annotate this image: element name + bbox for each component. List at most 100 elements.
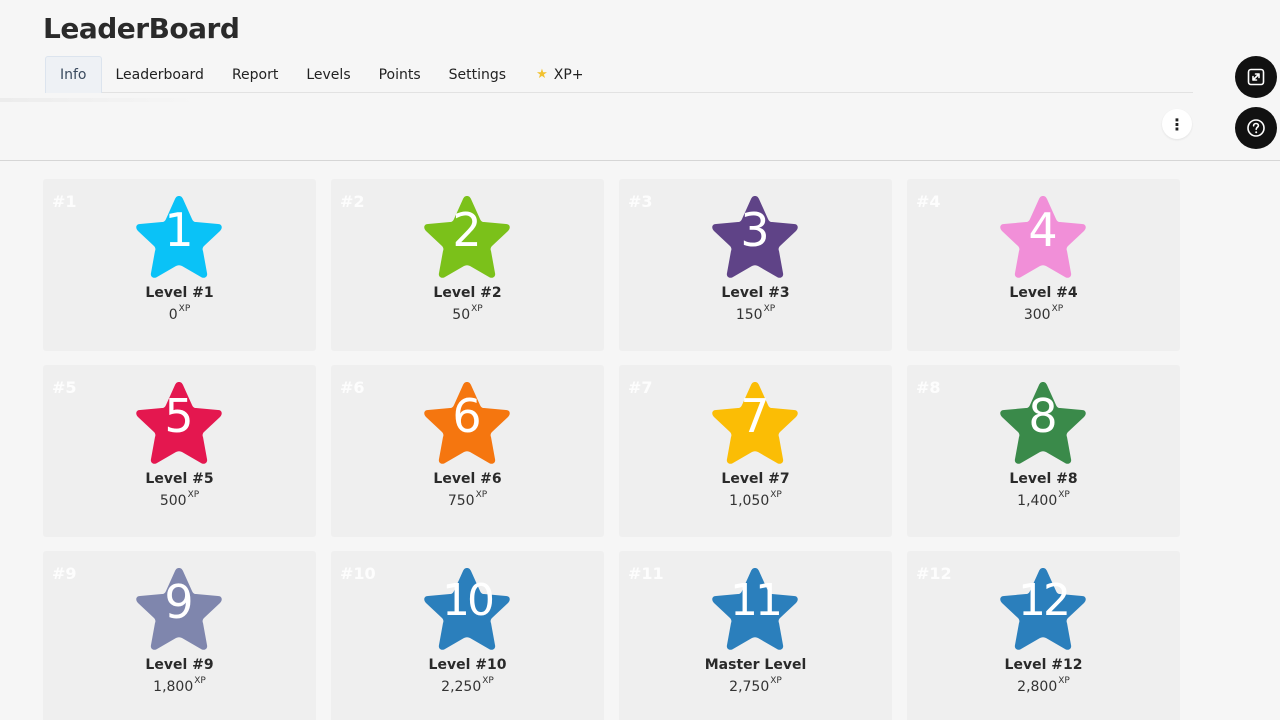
divider (0, 98, 200, 102)
level-name: Level #7 (721, 471, 790, 487)
xp-unit: XP (471, 304, 483, 314)
toolbar (0, 103, 1280, 161)
xp-value: 2,250 (441, 679, 482, 695)
level-card[interactable]: #8 8 Level #8 1,400XP (907, 365, 1180, 537)
level-name: Level #10 (428, 657, 507, 673)
xp-value: 150 (735, 307, 763, 323)
level-name: Level #1 (145, 285, 214, 301)
level-xp: 50XP (331, 304, 604, 323)
level-name: Level #12 (1004, 657, 1083, 673)
level-name: Level #8 (1009, 471, 1078, 487)
level-card[interactable]: #9 9 Level #9 1,800XP (43, 551, 316, 720)
level-xp: 150XP (619, 304, 892, 323)
level-badge: 11 (710, 565, 800, 653)
level-number: 4 (1028, 203, 1058, 257)
level-xp: 2,800XP (907, 676, 1180, 695)
xp-unit: XP (1051, 304, 1064, 314)
xp-value: 1,800 (153, 679, 194, 695)
level-xp: 500XP (43, 490, 316, 509)
level-badge: 1 (134, 193, 224, 281)
level-xp: 750XP (331, 490, 604, 509)
xp-unit: XP (178, 304, 191, 314)
level-card[interactable]: #11 11 Master Level 2,750XP (619, 551, 892, 720)
tab-info[interactable]: Info (45, 56, 102, 93)
xp-unit: XP (763, 304, 776, 314)
level-badge: 10 (422, 565, 512, 653)
level-name: Level #2 (433, 285, 502, 301)
level-badge: 5 (134, 379, 224, 467)
level-badge: 7 (710, 379, 800, 467)
level-rank: #6 (340, 378, 365, 397)
xp-unit: XP (1058, 490, 1070, 500)
level-name: Level #3 (721, 285, 790, 301)
level-card[interactable]: #10 10 Level #10 2,250XP (331, 551, 604, 720)
tab-label: Settings (448, 66, 507, 83)
xp-value: 750 (447, 493, 475, 509)
tab-points[interactable]: Points (365, 56, 435, 93)
level-card[interactable]: #5 5 Level #5 500XP (43, 365, 316, 537)
level-badge: 12 (998, 565, 1088, 653)
level-xp: 2,250XP (331, 676, 604, 695)
xp-value: 2,800 (1017, 679, 1058, 695)
xp-value: 1,050 (729, 493, 770, 509)
xp-unit: XP (770, 676, 782, 686)
level-rank: #3 (628, 192, 653, 211)
level-card[interactable]: #4 4 Level #4 300XP (907, 179, 1180, 351)
level-number: 5 (164, 389, 194, 443)
level-number: 3 (740, 203, 770, 257)
level-card[interactable]: #2 2 Level #2 50XP (331, 179, 604, 351)
help-button[interactable] (1235, 107, 1277, 149)
xp-unit: XP (770, 490, 782, 500)
xp-unit: XP (194, 676, 206, 686)
level-xp: 0XP (43, 304, 316, 323)
level-number: 8 (1028, 389, 1058, 443)
level-badge: 4 (998, 193, 1088, 281)
level-name: Level #6 (433, 471, 502, 487)
question-icon (1247, 119, 1265, 137)
level-card[interactable]: #6 6 Level #6 750XP (331, 365, 604, 537)
tab-leaderboard[interactable]: Leaderboard (102, 56, 218, 93)
app-title: LeaderBoard (43, 12, 240, 45)
level-name: Level #4 (1009, 285, 1078, 301)
expand-button[interactable] (1235, 56, 1277, 98)
tab-xp-plus[interactable]: ★ XP+ (522, 56, 597, 93)
level-rank: #8 (916, 378, 941, 397)
level-badge: 2 (422, 193, 512, 281)
levels-grid: #1 1 Level #1 0XP #2 2 Level #2 50XP #3 … (43, 179, 1180, 720)
level-card[interactable]: #12 12 Level #12 2,800XP (907, 551, 1180, 720)
level-card[interactable]: #1 1 Level #1 0XP (43, 179, 316, 351)
level-card[interactable]: #3 3 Level #3 150XP (619, 179, 892, 351)
xp-value: 1,400 (1017, 493, 1058, 509)
level-rank: #2 (340, 192, 365, 211)
level-badge: 6 (422, 379, 512, 467)
tab-label: Leaderboard (115, 66, 204, 83)
level-xp: 1,050XP (619, 490, 892, 509)
vertical-dots-icon: ⋮ (1169, 114, 1185, 134)
level-xp: 300XP (907, 304, 1180, 323)
level-rank: #5 (52, 378, 77, 397)
level-xp: 1,800XP (43, 676, 316, 695)
star-icon: ★ (536, 67, 548, 82)
xp-value: 0 (168, 307, 178, 323)
level-rank: #12 (916, 564, 952, 583)
level-badge: 8 (998, 379, 1088, 467)
level-xp: 2,750XP (619, 676, 892, 695)
level-name: Level #9 (145, 657, 214, 673)
tab-levels[interactable]: Levels (292, 56, 364, 93)
level-card[interactable]: #7 7 Level #7 1,050XP (619, 365, 892, 537)
xp-unit: XP (1058, 676, 1070, 686)
level-badge: 3 (710, 193, 800, 281)
tab-settings[interactable]: Settings (435, 56, 520, 93)
xp-value: 300 (1023, 307, 1051, 323)
level-rank: #10 (340, 564, 376, 583)
xp-value: 50 (452, 307, 471, 323)
level-rank: #9 (52, 564, 77, 583)
xp-unit: XP (482, 676, 494, 686)
level-number: 12 (1018, 575, 1071, 626)
more-options-button[interactable]: ⋮ (1162, 109, 1192, 139)
level-number: 6 (452, 389, 482, 443)
tab-label: Levels (306, 66, 351, 83)
level-number: 1 (164, 203, 194, 257)
level-rank: #4 (916, 192, 941, 211)
tab-report[interactable]: Report (218, 56, 292, 93)
